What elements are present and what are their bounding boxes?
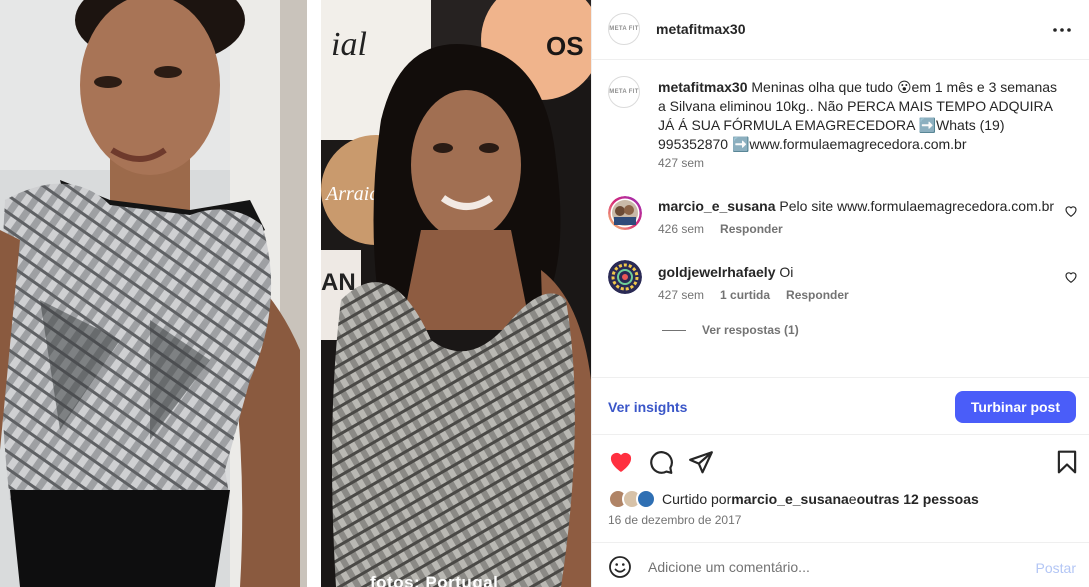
commenter-avatar[interactable] (608, 260, 642, 294)
boost-post-button[interactable]: Turbinar post (954, 391, 1076, 423)
view-replies-label: Ver respostas (1) (702, 323, 799, 337)
liked-by-prefix: Curtido por (662, 491, 732, 507)
comment-like-heart-icon[interactable] (1064, 204, 1078, 218)
comment-meta: 427 sem 1 curtida Responder (658, 288, 849, 302)
comment-icon[interactable] (648, 449, 674, 475)
comment-timestamp[interactable]: 426 sem (658, 222, 704, 236)
liked-by-middle: e (848, 491, 857, 507)
other-likers-link[interactable]: outras 12 pessoas (857, 491, 979, 507)
likes-summary: Curtido por marcio_e_susana e outras 12 … (608, 489, 979, 509)
comment-timestamp[interactable]: 427 sem (658, 288, 704, 302)
comment-likes-count[interactable]: 1 curtida (720, 288, 770, 302)
comment-input[interactable] (648, 553, 1008, 581)
comment-text: marcio_e_susana Pelo site www.formulaema… (658, 198, 1054, 214)
avatar[interactable]: META FIT (608, 13, 640, 45)
comment-username[interactable]: marcio_e_susana (658, 198, 776, 214)
bookmark-icon[interactable] (1054, 449, 1080, 475)
avatar-logo-text: META FIT (609, 26, 639, 32)
comment-body: Oi (775, 264, 794, 280)
post-author-username[interactable]: metafitmax30 (656, 21, 746, 37)
caption-avatar[interactable]: META FIT (608, 76, 640, 108)
comment-text: goldjewelrhafaely Oi (658, 264, 793, 280)
avatar (636, 489, 656, 509)
photo-watermark: fotos: Portugal (370, 573, 499, 587)
comments-section[interactable]: META FIT metafitmax30 Meninas olha que t… (592, 60, 1089, 377)
photo-before (0, 0, 307, 587)
comment-username[interactable]: goldjewelrhafaely (658, 264, 775, 280)
post-date[interactable]: 16 de dezembro de 2017 (608, 513, 741, 527)
liker-username[interactable]: marcio_e_susana (731, 491, 849, 507)
comment-composer: Postar (592, 542, 1089, 587)
photo-after: ial Arraial OS AN (321, 0, 591, 587)
svg-text:OS: OS (546, 31, 584, 61)
comment-like-heart-icon[interactable] (1064, 270, 1078, 284)
post-comment-button[interactable]: Postar (1036, 560, 1076, 576)
post-media: ial Arraial OS AN fotos: Portugal (0, 0, 591, 587)
caption-timestamp[interactable]: 427 sem (658, 156, 704, 170)
action-bar (592, 446, 1089, 478)
likers-avatars[interactable] (608, 489, 656, 509)
post-header: META FIT metafitmax30 (592, 0, 1089, 60)
share-icon[interactable] (688, 449, 714, 475)
caption-text: metafitmax30 Meninas olha que tudo 😮em 1… (658, 78, 1068, 154)
reply-button[interactable]: Responder (786, 288, 849, 302)
view-replies-button[interactable]: Ver respostas (1) (662, 323, 799, 337)
heart-icon[interactable] (608, 449, 634, 475)
svg-text:ial: ial (331, 26, 367, 63)
comment-body: Pelo site www.formulaemagrecedora.com.br (775, 198, 1055, 214)
post-detail-panel: META FIT metafitmax30 META FIT metafitma… (591, 0, 1089, 587)
emoji-icon[interactable] (608, 555, 632, 579)
more-icon[interactable] (1052, 20, 1072, 40)
insights-bar: Ver insights Turbinar post (592, 377, 1089, 435)
replies-divider (662, 329, 686, 331)
comment-meta: 426 sem Responder (658, 222, 783, 236)
caption-username[interactable]: metafitmax30 (658, 79, 748, 95)
commenter-avatar[interactable] (608, 196, 642, 230)
reply-button[interactable]: Responder (720, 222, 783, 236)
view-insights-link[interactable]: Ver insights (608, 399, 687, 415)
avatar-logo-text: META FIT (609, 89, 639, 95)
